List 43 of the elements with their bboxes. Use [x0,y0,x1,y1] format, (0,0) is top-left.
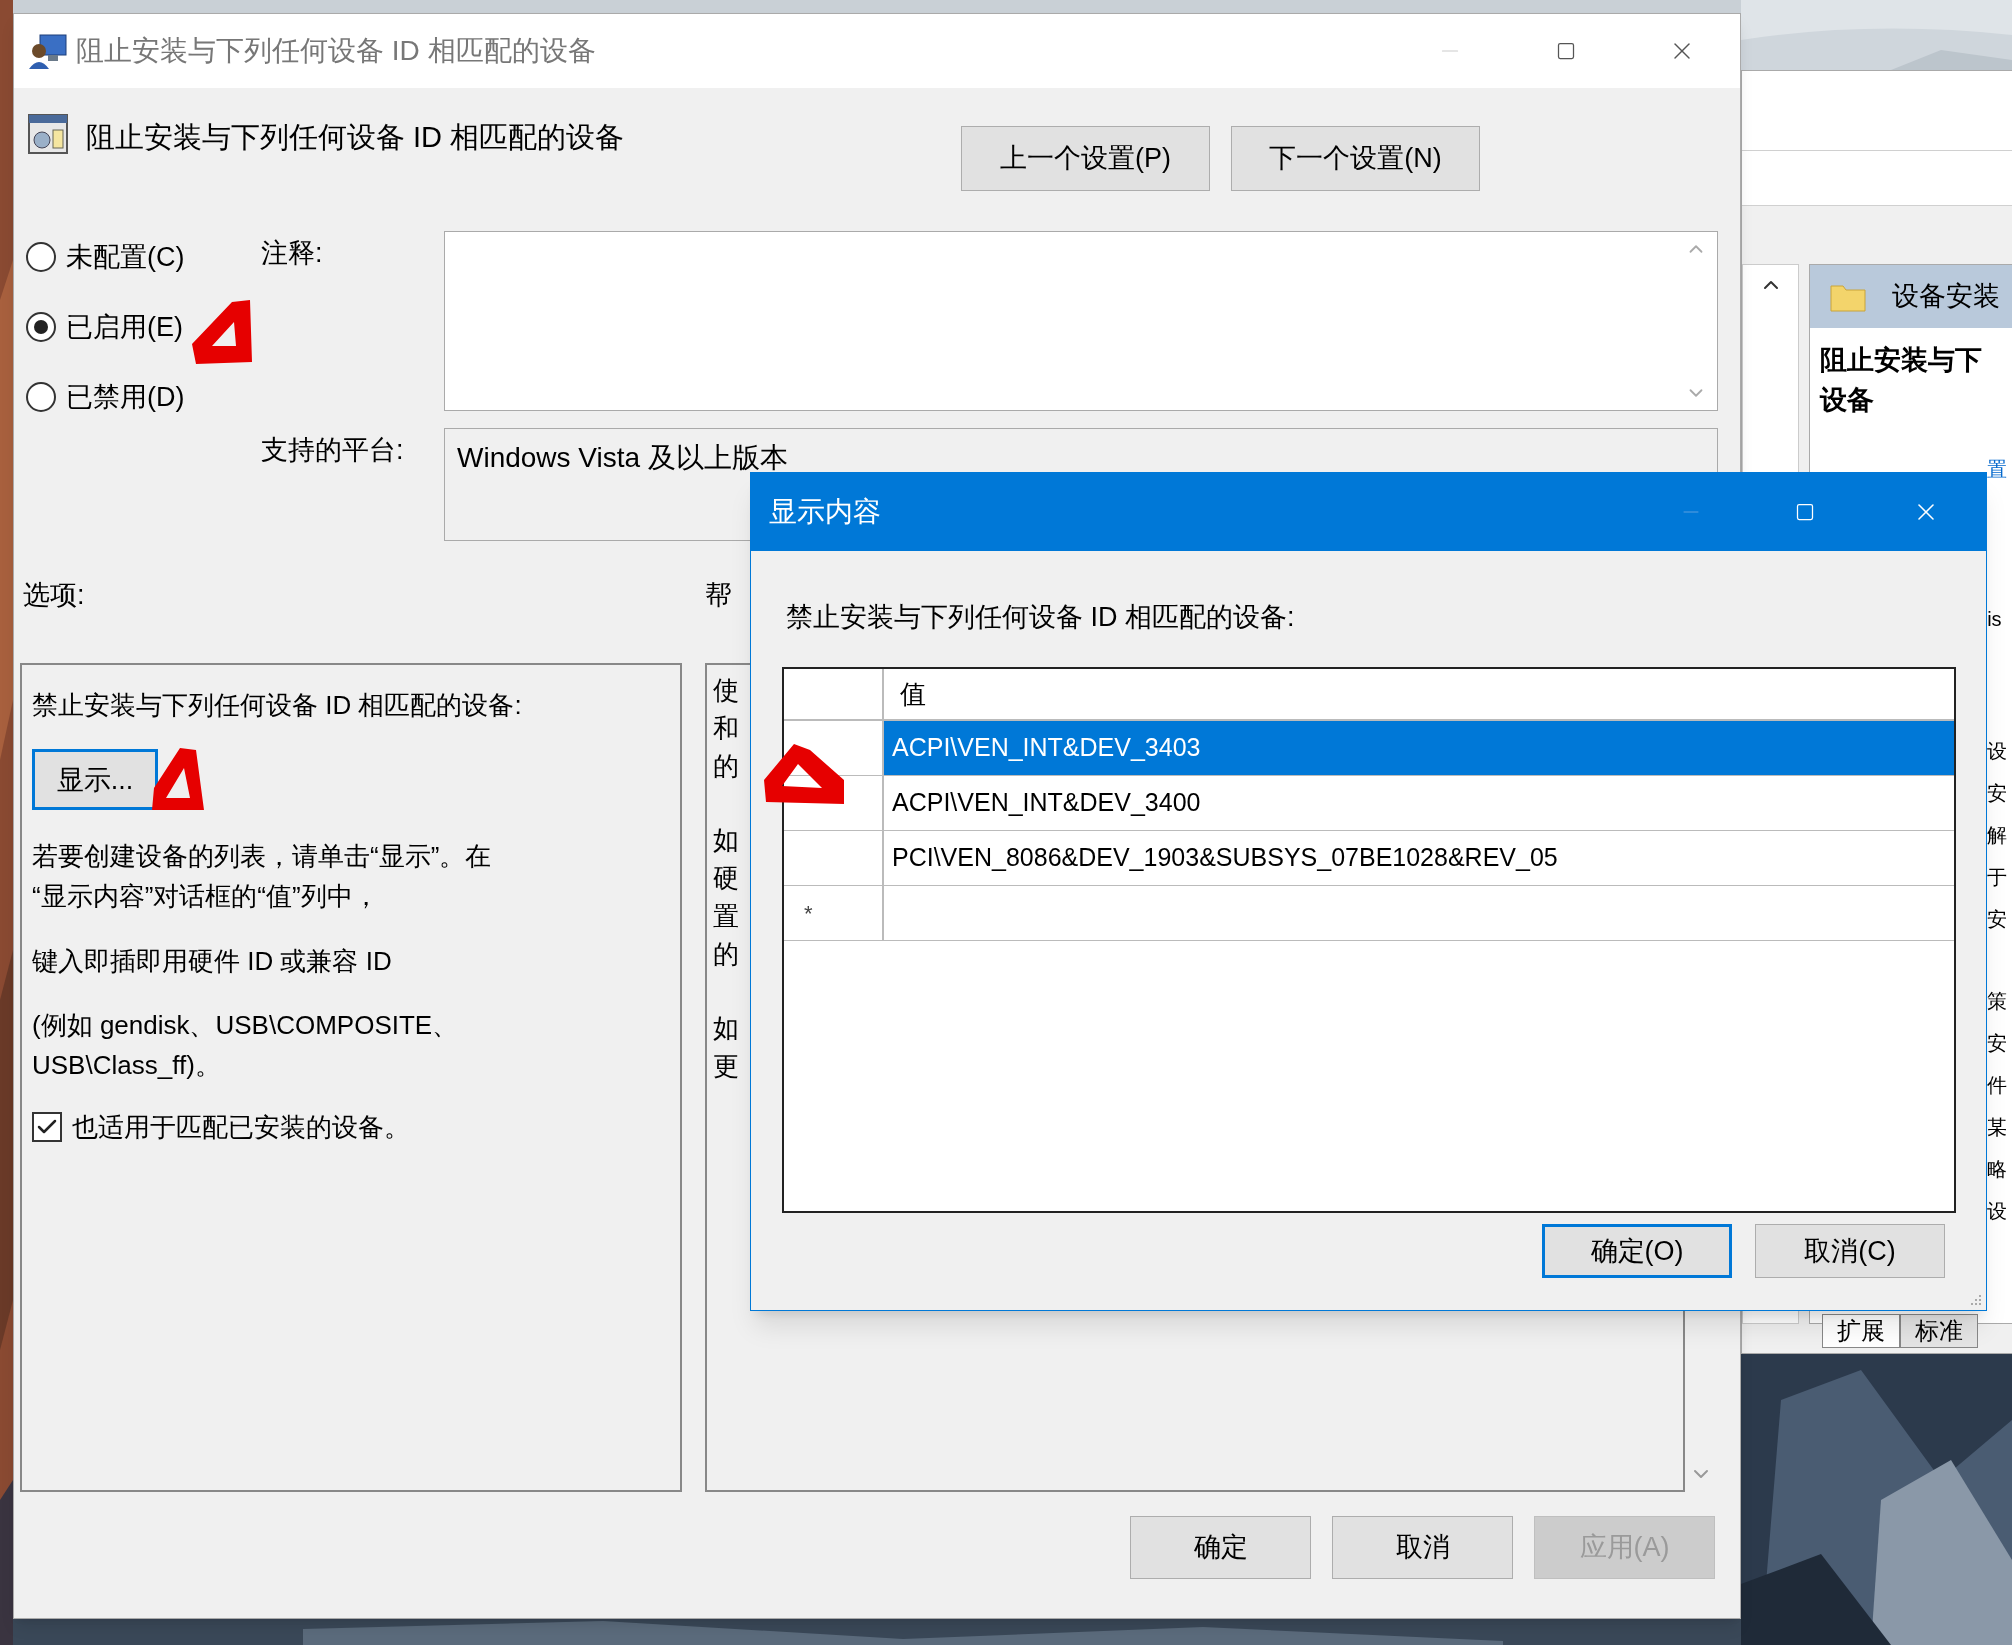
body-text: 设 [1987,739,2008,764]
body-text: 安 [1987,1031,2008,1056]
body-text: 设 [1987,1199,2008,1224]
example-text: (例如 gendisk、USB\COMPOSITE、 USB\Class_ff)。 [32,1009,459,1082]
body-text: 策 [1987,989,2008,1014]
policy-title: 阻止安装与下 [1820,344,1984,377]
checkbox-label: 也适用于匹配已安装的设备。 [72,1111,410,1144]
help-text: 的 [713,938,739,971]
body-text: 解 [1987,823,2008,848]
section-title: 设备安装 [1892,280,2001,314]
body-text: 安 [1987,781,2008,806]
new-row-marker: * [804,899,813,928]
body-text: is [1987,607,2003,632]
radio-label: 已启用(E) [66,310,183,344]
options-prompt: 禁止安装与下列任何设备 ID 相匹配的设备: [32,689,522,722]
section-label: 帮 [704,578,732,612]
policy-title: 设备 [1820,384,1876,417]
column-header: 值 [899,677,926,711]
platform-value: Windows Vista 及以上版本 [457,441,788,475]
body-text: 某 [1987,1115,2008,1140]
help-text: 置 [713,900,739,933]
policy-title: 阻止安装与下列任何设备 ID 相匹配的设备 [86,120,625,155]
help-text: 如 [713,1012,739,1045]
radio-label: 未配置(C) [66,240,185,274]
help-text: 硬 [713,862,739,895]
radio-label: 已禁用(D) [66,380,185,414]
dialog-prompt: 禁止安装与下列任何设备 ID 相匹配的设备: [786,601,1296,634]
section-label: 选项: [23,578,85,612]
body-text: 略 [1987,1157,2008,1182]
window-title: 阻止安装与下列任何设备 ID 相匹配的设备 [76,34,596,68]
dialog-title: 显示内容 [769,495,881,529]
body-text: 安 [1987,907,2008,932]
body-text: 于 [1987,865,2008,890]
help-text: 和 [713,712,739,745]
help-text: 的 [713,750,739,783]
help-text: 如 [713,824,739,857]
body-text: 件 [1987,1073,2008,1098]
field-label: 注释: [261,237,324,270]
instruction-text: 若要创建设备的列表，请单击“显示”。在 “显示内容”对话框的“值”列中， [32,840,492,913]
field-label: 支持的平台: [261,434,405,467]
help-text: 更 [713,1050,739,1083]
instruction-text: 键入即插即用硬件 ID 或兼容 ID [32,945,392,978]
help-text: 使 [713,674,739,707]
